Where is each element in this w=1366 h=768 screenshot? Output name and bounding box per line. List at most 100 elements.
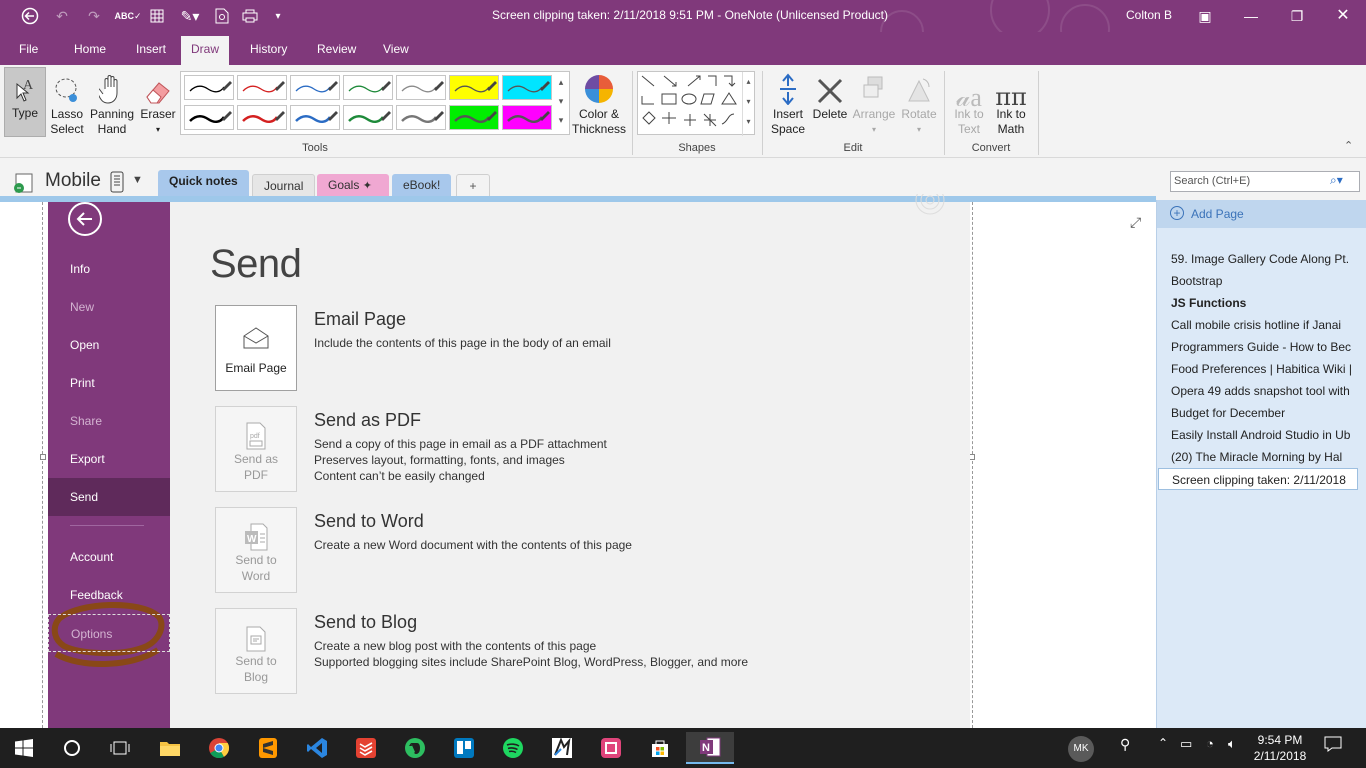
redo-icon[interactable]: ↷ — [82, 6, 106, 26]
screen-capture-app-icon[interactable] — [587, 732, 635, 764]
page-item[interactable]: JS Functions — [1171, 292, 1361, 314]
highlighter-swatch[interactable] — [502, 75, 552, 100]
pen-swatch[interactable] — [237, 75, 287, 100]
notebook-name[interactable]: Mobile — [45, 170, 101, 192]
section-tab-journal[interactable]: Journal — [252, 174, 316, 198]
pen-swatch[interactable] — [290, 105, 340, 130]
add-section-button[interactable]: + — [456, 174, 490, 198]
backstage-item-account[interactable]: Account — [48, 538, 170, 576]
backstage-item-print[interactable]: Print — [48, 364, 170, 402]
page-item-selected[interactable]: Screen clipping taken: 2/11/2018 — [1158, 468, 1358, 490]
ribbon-display-icon[interactable]: ▣ — [1190, 4, 1220, 28]
trello-icon[interactable] — [440, 732, 488, 764]
ink-to-math-button[interactable]: ππ Ink to Math — [990, 69, 1032, 137]
tab-view[interactable]: View — [373, 36, 419, 65]
user-name[interactable]: Colton B — [1126, 8, 1172, 22]
pen-swatch[interactable] — [396, 75, 446, 100]
backstage-item-options[interactable]: Options — [48, 614, 170, 652]
table-icon[interactable] — [145, 6, 169, 26]
pen-swatch[interactable] — [290, 75, 340, 100]
highlighter-swatch[interactable] — [449, 75, 499, 100]
tab-history[interactable]: History — [240, 36, 297, 65]
vscode-icon[interactable] — [293, 732, 341, 764]
shapes-icons[interactable] — [638, 72, 756, 136]
page-item[interactable]: Easily Install Android Studio in Ub — [1171, 424, 1361, 446]
show-hidden-icons[interactable]: ⌃ — [1158, 736, 1168, 750]
pen-swatch[interactable] — [396, 105, 446, 130]
restore-button[interactable]: ❐ — [1282, 4, 1312, 28]
windows-start-icon[interactable] — [0, 732, 48, 764]
minimize-button[interactable]: — — [1236, 4, 1266, 28]
file-explorer-icon[interactable] — [146, 732, 194, 764]
back-icon[interactable] — [18, 6, 42, 26]
page-item[interactable]: Programmers Guide - How to Bec — [1171, 336, 1361, 358]
arrange-button[interactable]: Arrange ▾ — [850, 69, 898, 137]
microsoft-store-icon[interactable] — [636, 732, 684, 764]
section-tab-quick-notes[interactable]: Quick notes — [158, 170, 249, 198]
tab-insert[interactable]: Insert — [126, 36, 176, 65]
send-to-word-button[interactable]: W Send to Word — [215, 507, 297, 593]
cortana-search-icon[interactable] — [48, 732, 96, 764]
tab-home[interactable]: Home — [64, 36, 116, 65]
sublime-text-icon[interactable] — [244, 732, 292, 764]
battery-icon[interactable]: ▭ — [1180, 736, 1192, 752]
color-thickness-button[interactable]: Color & Thickness — [570, 69, 628, 137]
customize-toolbar-icon[interactable]: ▾ — [268, 6, 288, 26]
backstage-item-info[interactable]: Info — [48, 250, 170, 288]
page-item[interactable]: 59. Image Gallery Code Along Pt. — [1171, 248, 1361, 270]
send-as-pdf-button[interactable]: pdf Send as PDF — [215, 406, 297, 492]
volume-icon[interactable]: 🔈︎ — [1228, 736, 1236, 752]
add-page-button[interactable]: + Add Page — [1157, 200, 1366, 228]
tab-review[interactable]: Review — [307, 36, 366, 65]
inkscape-icon[interactable] — [538, 732, 586, 764]
page-item[interactable]: (20) The Miracle Morning by Hal — [1171, 446, 1361, 468]
pen-swatch[interactable] — [237, 105, 287, 130]
spelling-icon[interactable]: ABC✓ — [114, 6, 141, 26]
backstage-item-send[interactable]: Send — [48, 478, 170, 516]
pen-mode-icon[interactable]: ✎▾ — [175, 6, 205, 26]
print-preview-icon[interactable] — [210, 6, 234, 26]
backstage-item-share[interactable]: Share — [48, 402, 170, 440]
resize-handle[interactable] — [40, 454, 46, 460]
pen-swatch[interactable] — [184, 105, 234, 130]
send-to-blog-button[interactable]: Send to Blog — [215, 608, 297, 694]
shapes-scroll[interactable]: ▴ ▾ ▾ — [742, 72, 754, 136]
backstage-item-export[interactable]: Export — [48, 440, 170, 478]
wifi-icon[interactable]: ◔ — [1206, 736, 1214, 751]
search-icon[interactable]: ⌕▾ — [1330, 173, 1343, 188]
panning-hand-button[interactable]: Panning Hand — [88, 69, 136, 137]
page-item[interactable]: Budget for December — [1171, 402, 1361, 424]
lasso-select-button[interactable]: Lasso Select — [48, 69, 86, 137]
page-item[interactable]: Opera 49 adds snapshot tool with — [1171, 380, 1361, 402]
pen-swatch[interactable] — [184, 75, 234, 100]
back-arrow-icon[interactable] — [68, 202, 102, 236]
tab-draw[interactable]: Draw — [181, 36, 230, 65]
highlighter-swatch[interactable] — [449, 105, 499, 130]
onenote-taskbar-icon[interactable]: N — [686, 732, 734, 764]
delete-button[interactable]: Delete — [810, 69, 850, 122]
type-button[interactable]: A Type — [4, 67, 46, 137]
page-item[interactable]: Call mobile crisis hotline if Janai — [1171, 314, 1361, 336]
print-icon[interactable] — [238, 6, 262, 26]
todoist-icon[interactable] — [342, 732, 390, 764]
notebook-dropdown-icon[interactable]: ▼ — [132, 174, 143, 186]
evernote-icon[interactable] — [391, 732, 439, 764]
undo-icon[interactable]: ↶ — [50, 6, 74, 26]
email-page-button[interactable]: Email Page — [215, 305, 297, 391]
people-icon[interactable]: ⚲ — [1120, 736, 1130, 753]
ink-to-text-button[interactable]: 𝒶a Ink to Text — [948, 69, 990, 137]
page-item[interactable]: Food Preferences | Habitica Wiki | — [1171, 358, 1361, 380]
rotate-button[interactable]: Rotate ▾ — [898, 69, 940, 137]
expand-page-icon[interactable]: ⤢ — [1130, 214, 1141, 231]
highlighter-swatch[interactable] — [502, 105, 552, 130]
notebook-icon[interactable] — [12, 172, 38, 197]
backstage-item-new[interactable]: New — [48, 288, 170, 326]
eraser-button[interactable]: Eraser ▾ — [138, 69, 178, 137]
insert-space-button[interactable]: Insert Space — [766, 69, 810, 137]
section-tab-ebook[interactable]: eBook! — [392, 174, 452, 198]
section-tab-goals[interactable]: Goals ✦ — [317, 174, 389, 198]
pen-swatch[interactable] — [343, 75, 393, 100]
page-item[interactable]: Bootstrap — [1171, 270, 1361, 292]
pen-swatch[interactable] — [343, 105, 393, 130]
tab-file[interactable]: File — [9, 36, 48, 65]
